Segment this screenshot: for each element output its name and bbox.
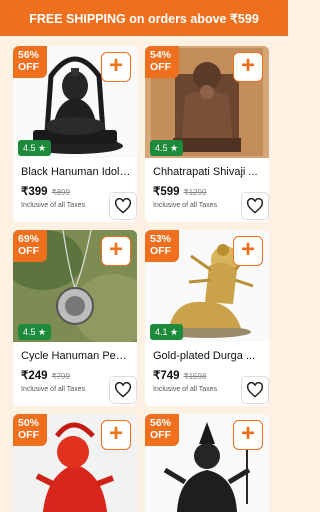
wishlist-button[interactable] xyxy=(109,376,137,404)
sale-price: ₹749 xyxy=(153,370,180,382)
price-row: ₹599 ₹1299 xyxy=(153,184,206,198)
rating-badge: 4.5 ★ xyxy=(18,324,52,340)
original-price: ₹1598 xyxy=(183,372,207,381)
discount-percent: 69% xyxy=(18,233,40,245)
tax-note: Inclusive of all Taxes xyxy=(21,386,86,393)
product-name[interactable]: Gold-plated Durga ... xyxy=(153,350,263,362)
tax-note: Inclusive of all Taxes xyxy=(21,202,86,209)
sale-price: ₹399 xyxy=(21,186,48,198)
tax-note: Inclusive of all Taxes xyxy=(153,202,218,209)
plus-icon: + xyxy=(240,420,255,447)
original-price: ₹799 xyxy=(51,372,70,381)
price-row: ₹749 ₹1598 xyxy=(153,368,206,382)
plus-icon: + xyxy=(240,236,255,263)
sale-price: ₹249 xyxy=(21,370,48,382)
product-card[interactable]: 53% OFF + 4.1 ★ Gold-plated Durga ... ₹7… xyxy=(145,230,269,406)
product-card[interactable]: 54% OFF + 4.5 ★ Chhatrapati Shivaji ... … xyxy=(145,46,269,222)
discount-off-label: OFF xyxy=(18,245,39,257)
heart-icon xyxy=(246,382,264,398)
discount-badge: 54% OFF xyxy=(145,46,179,78)
product-card[interactable]: 56% OFF + xyxy=(145,414,269,512)
sale-price: ₹599 xyxy=(153,186,180,198)
plus-icon: + xyxy=(240,52,255,79)
discount-off-label: OFF xyxy=(18,61,39,73)
add-to-cart-button[interactable]: + xyxy=(101,236,131,266)
discount-percent: 50% xyxy=(18,417,40,429)
discount-percent: 56% xyxy=(18,49,40,61)
rating-badge: 4.5 ★ xyxy=(18,140,52,156)
discount-badge: 69% OFF xyxy=(13,230,47,262)
heart-icon xyxy=(114,198,132,214)
discount-off-label: OFF xyxy=(150,429,171,441)
discount-percent: 54% xyxy=(150,49,172,61)
discount-off-label: OFF xyxy=(150,61,171,73)
discount-badge: 56% OFF xyxy=(145,414,179,446)
wishlist-button[interactable] xyxy=(241,376,269,404)
tax-note: Inclusive of all Taxes xyxy=(153,386,218,393)
discount-badge: 56% OFF xyxy=(13,46,47,78)
original-price: ₹899 xyxy=(51,188,70,197)
product-name[interactable]: Chhatrapati Shivaji ... xyxy=(153,166,263,178)
add-to-cart-button[interactable]: + xyxy=(101,420,131,450)
price-row: ₹399 ₹899 xyxy=(21,184,70,198)
discount-badge: 50% OFF xyxy=(13,414,47,446)
plus-icon: + xyxy=(108,236,123,263)
discount-percent: 56% xyxy=(150,417,172,429)
discount-off-label: OFF xyxy=(150,245,171,257)
discount-percent: 53% xyxy=(150,233,172,245)
product-card[interactable]: 50% OFF + xyxy=(13,414,137,512)
product-name[interactable]: Black Hanuman Idol ... xyxy=(21,166,131,178)
add-to-cart-button[interactable]: + xyxy=(233,236,263,266)
discount-badge: 53% OFF xyxy=(145,230,179,262)
add-to-cart-button[interactable]: + xyxy=(101,52,131,82)
product-name[interactable]: Cycle Hanuman Pen... xyxy=(21,350,131,362)
add-to-cart-button[interactable]: + xyxy=(233,420,263,450)
price-row: ₹249 ₹799 xyxy=(21,368,70,382)
product-card[interactable]: 56% OFF + 4.5 ★ Black Hanuman Idol ... ₹… xyxy=(13,46,137,222)
plus-icon: + xyxy=(108,420,123,447)
rating-badge: 4.1 ★ xyxy=(150,324,184,340)
plus-icon: + xyxy=(108,52,123,79)
wishlist-button[interactable] xyxy=(241,192,269,220)
add-to-cart-button[interactable]: + xyxy=(233,52,263,82)
wishlist-button[interactable] xyxy=(109,192,137,220)
heart-icon xyxy=(114,382,132,398)
rating-badge: 4.5 ★ xyxy=(150,140,184,156)
discount-off-label: OFF xyxy=(18,429,39,441)
heart-icon xyxy=(246,198,264,214)
product-card[interactable]: 69% OFF + 4.5 ★ Cycle Hanuman Pen... ₹24… xyxy=(13,230,137,406)
free-shipping-banner: FREE SHIPPING on orders above ₹599 xyxy=(0,0,288,36)
original-price: ₹1299 xyxy=(183,188,207,197)
